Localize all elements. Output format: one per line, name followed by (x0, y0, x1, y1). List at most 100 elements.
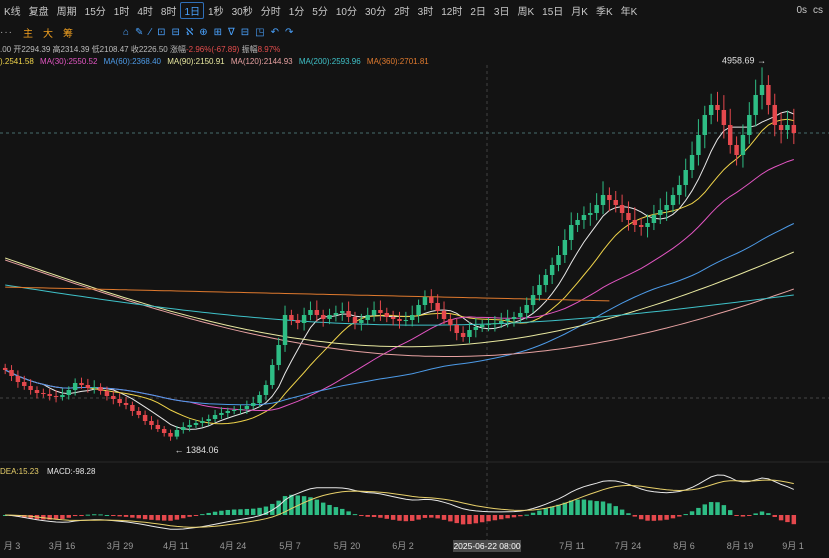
macd-bar (638, 515, 644, 520)
macd-bar (549, 506, 555, 515)
candle-body (747, 115, 752, 135)
macd-bar (238, 509, 243, 515)
macd-bar (149, 515, 154, 520)
macd-bar (320, 502, 326, 515)
macd-bar (104, 514, 110, 516)
macd-bar (486, 515, 491, 522)
macd-bar (658, 515, 663, 521)
macd-bar (524, 514, 529, 516)
candle-body (289, 315, 294, 320)
macd-bar (473, 515, 479, 524)
candle-body (130, 405, 135, 411)
ma14-line (4, 118, 794, 425)
x-axis-label: 7月 11 (559, 541, 585, 551)
macd-bar (429, 515, 434, 518)
macd-bar (562, 502, 568, 515)
macd-bar (250, 508, 256, 515)
macd-bar (231, 509, 237, 515)
candle-body (664, 205, 669, 210)
candle-body (149, 421, 154, 425)
macd-bar (123, 515, 129, 517)
macd-bar (607, 503, 612, 515)
macd-bar (352, 514, 358, 516)
candle-body (225, 411, 231, 413)
high-annotation: 4958.69 → (722, 55, 766, 65)
candle-body (15, 376, 21, 382)
macd-bar (747, 515, 752, 516)
low-annotation: ← 1384.06 (175, 445, 219, 455)
candle-body (734, 145, 739, 155)
candle-body (479, 325, 485, 327)
x-axis-label: 7月 24 (615, 541, 642, 551)
macd-bar (448, 515, 453, 522)
macd-bar (594, 501, 599, 515)
ma7-line (4, 110, 794, 430)
macd-bar (759, 511, 765, 515)
candle-body (543, 275, 549, 285)
candle-body (454, 325, 459, 333)
x-axis-label: 4月 11 (163, 541, 189, 551)
macd-bar (301, 496, 307, 515)
macd-bar (721, 505, 727, 515)
macd-bar (161, 515, 167, 521)
macd-bar (518, 515, 523, 517)
candle-body (727, 125, 733, 145)
candle-body (314, 310, 320, 315)
macd-bar (200, 514, 205, 516)
candle-body (295, 320, 300, 323)
macd-bar (505, 515, 510, 519)
macd-bar (645, 515, 650, 521)
candle-body (473, 327, 479, 330)
candle-body (41, 393, 46, 394)
candle-body (276, 345, 281, 365)
macd-bar (683, 514, 688, 516)
candle-body (613, 200, 618, 205)
candle-body (79, 383, 84, 385)
candle-body (753, 95, 758, 115)
macd-bar (85, 514, 91, 516)
candle-body (378, 310, 383, 313)
candle-body (600, 195, 606, 205)
macd-bar (111, 515, 116, 516)
candle-body (607, 195, 612, 200)
candle-body (327, 315, 332, 319)
macd-bar (479, 515, 485, 523)
macd-bar (181, 515, 186, 519)
candle-body (72, 383, 78, 390)
candle-body (486, 324, 491, 325)
candle-body (187, 425, 192, 427)
candle-body (435, 303, 440, 311)
macd-bar (511, 515, 517, 518)
macd-bar (677, 515, 682, 517)
candle-body (499, 321, 504, 323)
candle-body (181, 427, 186, 430)
macd-bar (575, 499, 580, 515)
macd-bar (619, 509, 625, 515)
macd-bar (359, 515, 364, 516)
candle-body (696, 135, 701, 155)
price-chart[interactable]: 4958.69 → ← 1384.06 月 3 3月 16 3月 29 4月 11 4月 2… (0, 0, 829, 558)
candle-body (467, 330, 472, 337)
macd-bar (435, 515, 440, 519)
candle-body (212, 415, 218, 419)
macd-bar (340, 508, 345, 515)
candle-body (161, 429, 167, 433)
macd-bar (130, 515, 135, 518)
macd-bar (422, 515, 428, 518)
candle-body (448, 319, 453, 325)
candle-body (104, 391, 110, 396)
x-axis-label: 9月 1 (782, 541, 804, 551)
x-axis-label: 月 3 (4, 541, 21, 551)
macd-bar (155, 515, 161, 521)
macd-bar (346, 511, 351, 515)
macd-bar (289, 494, 294, 515)
candle-body (320, 315, 326, 319)
candle-body (416, 305, 421, 315)
macd-bar (206, 512, 211, 515)
crosshair-date: 2025-06-22 08:00 (453, 541, 520, 551)
candle-body (91, 387, 97, 388)
candle-body (155, 425, 161, 429)
x-axis-label: 5月 7 (279, 541, 301, 551)
candle-body (168, 433, 173, 437)
candle-body (174, 430, 180, 437)
